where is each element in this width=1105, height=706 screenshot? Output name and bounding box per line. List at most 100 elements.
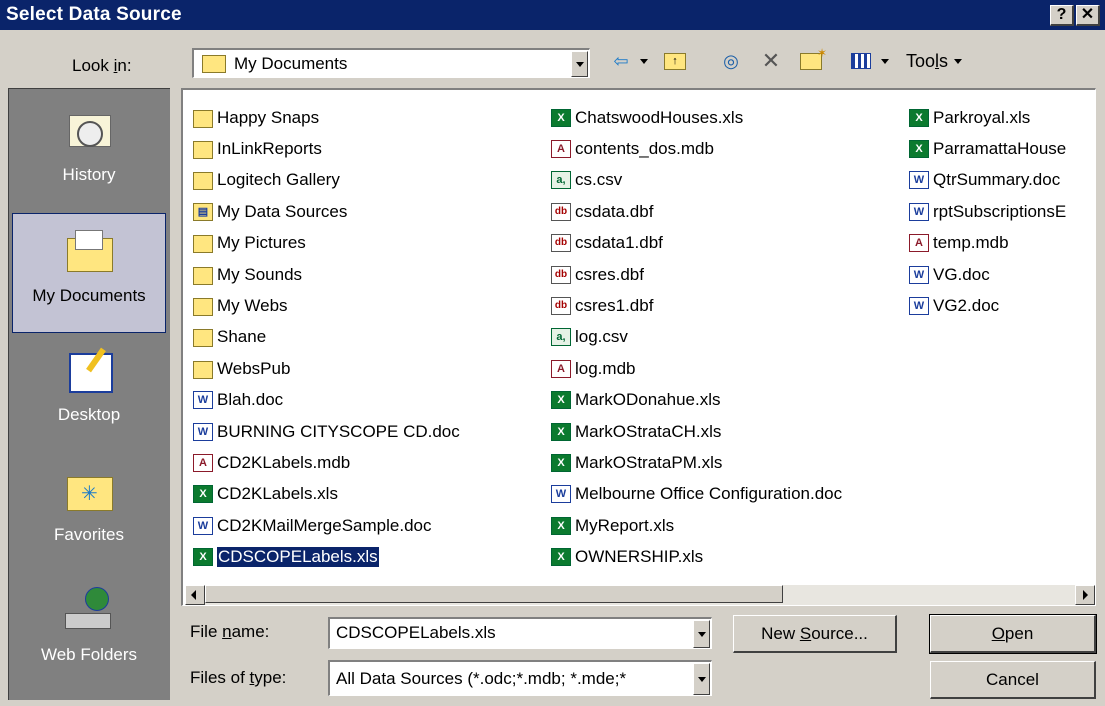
- place-desktop[interactable]: Desktop: [12, 333, 166, 453]
- file-name: VG.doc: [933, 264, 990, 284]
- scroll-thumb[interactable]: [205, 585, 783, 603]
- views-dropdown-icon[interactable]: [878, 48, 892, 74]
- file-item[interactable]: X ChatswoodHouses.xls: [551, 102, 842, 133]
- folder-item[interactable]: My Sounds: [193, 259, 460, 290]
- dialog-title: Select Data Source: [6, 4, 182, 25]
- file-name: csdata1.dbf: [575, 233, 663, 253]
- file-item[interactable]: X CDSCOPELabels.xls: [193, 541, 460, 572]
- folder-item[interactable]: InLinkReports: [193, 133, 460, 164]
- file-item[interactable]: a, log.csv: [551, 322, 842, 353]
- file-item[interactable]: X MarkOStrataPM.xls: [551, 447, 842, 478]
- file-item[interactable]: db csdata.dbf: [551, 196, 842, 227]
- file-item[interactable]: X ParramattaHouse: [909, 133, 1066, 164]
- file-name: QtrSummary.doc: [933, 170, 1061, 190]
- file-item[interactable]: Atemp.mdb: [909, 228, 1066, 259]
- place-history[interactable]: History: [12, 93, 166, 213]
- files-of-type-combo[interactable]: All Data Sources (*.odc;*.mdb; *.mde;*: [328, 660, 712, 696]
- look-in-label: Look in:: [72, 56, 132, 75]
- xls-file-icon: X: [909, 108, 929, 127]
- cancel-button[interactable]: Cancel: [930, 661, 1096, 699]
- file-name: InLinkReports: [217, 139, 322, 159]
- open-button[interactable]: Open: [929, 614, 1097, 654]
- file-item[interactable]: X CD2KLabels.xls: [193, 479, 460, 510]
- file-name: CD2KMailMergeSample.doc: [217, 515, 432, 535]
- file-item[interactable]: db csres1.dbf: [551, 290, 842, 321]
- folder-item[interactable]: My Pictures: [193, 228, 460, 259]
- folder-item[interactable]: Logitech Gallery: [193, 165, 460, 196]
- look-in-combo[interactable]: My Documents: [192, 48, 590, 78]
- file-item[interactable]: W VG2.doc: [909, 290, 1066, 321]
- file-item[interactable]: Acontents_dos.mdb: [551, 133, 842, 164]
- file-item[interactable]: Alog.mdb: [551, 353, 842, 384]
- place-web-folders[interactable]: Web Folders: [12, 573, 166, 693]
- folder-item[interactable]: Shane: [193, 322, 460, 353]
- favorites-icon: ✳: [65, 467, 113, 511]
- tools-dropdown-icon: [954, 58, 963, 64]
- folder-item[interactable]: WebsPub: [193, 353, 460, 384]
- xls-file-icon: X: [551, 422, 571, 441]
- file-item[interactable]: db csdata1.dbf: [551, 228, 842, 259]
- doc-file-icon: W: [193, 422, 213, 441]
- horizontal-scrollbar[interactable]: [185, 585, 1095, 605]
- scroll-right-button[interactable]: [1075, 585, 1095, 605]
- file-name: log.mdb: [575, 358, 636, 378]
- place-my-documents[interactable]: My Documents: [12, 213, 166, 333]
- place-label-my-documents: My Documents: [32, 286, 146, 305]
- file-item[interactable]: W BURNING CITYSCOPE CD.doc: [193, 416, 460, 447]
- folder-icon: [193, 172, 213, 191]
- file-item[interactable]: X MarkODonahue.xls: [551, 385, 842, 416]
- file-item[interactable]: W Melbourne Office Configuration.doc: [551, 479, 842, 510]
- help-button[interactable]: ?: [1050, 5, 1074, 26]
- my-documents-icon: [65, 228, 113, 272]
- file-item[interactable]: X Parkroyal.xls: [909, 102, 1066, 133]
- folder-icon: [193, 298, 213, 317]
- back-dropdown-icon[interactable]: [636, 48, 652, 74]
- file-item[interactable]: X OWNERSHIP.xls: [551, 541, 842, 572]
- file-item[interactable]: W Blah.doc: [193, 385, 460, 416]
- files-of-type-dropdown-button[interactable]: [693, 663, 710, 695]
- close-button[interactable]: ✕: [1076, 5, 1100, 26]
- delete-icon[interactable]: ✕: [756, 48, 786, 74]
- doc-file-icon: W: [551, 485, 571, 504]
- file-name: CDSCOPELabels.xls: [216, 546, 380, 569]
- place-favorites[interactable]: ✳ Favorites: [12, 453, 166, 573]
- folder-item[interactable]: My Webs: [193, 290, 460, 321]
- file-name: MyReport.xls: [575, 515, 675, 535]
- file-item[interactable]: A CD2KLabels.mdb: [193, 447, 460, 478]
- new-source-button[interactable]: New Source...: [733, 615, 897, 653]
- file-item[interactable]: db csres.dbf: [551, 259, 842, 290]
- files-of-type-value: All Data Sources (*.odc;*.mdb; *.mde;*: [336, 669, 627, 688]
- file-name-combo[interactable]: CDSCOPELabels.xls: [328, 617, 712, 649]
- file-name: OWNERSHIP.xls: [575, 547, 704, 567]
- file-name-dropdown-button[interactable]: [693, 620, 710, 648]
- file-item[interactable]: a, cs.csv: [551, 165, 842, 196]
- file-list[interactable]: Happy Snaps InLinkReports Logitech Gallery…: [181, 88, 1096, 606]
- file-name: cs.csv: [575, 170, 623, 190]
- look-in-dropdown-button[interactable]: [571, 51, 588, 77]
- xls-file-icon: X: [551, 548, 571, 567]
- new-folder-icon[interactable]: ✶: [796, 46, 827, 74]
- dbf-file-icon: db: [551, 265, 571, 284]
- file-item[interactable]: W QtrSummary.doc: [909, 165, 1066, 196]
- file-item[interactable]: WrptSubscriptionsE: [909, 196, 1066, 227]
- file-name-label: File name:: [190, 622, 270, 641]
- scroll-left-button[interactable]: [185, 585, 205, 605]
- folder-icon: [193, 109, 213, 128]
- place-label-web-folders: Web Folders: [40, 645, 138, 664]
- up-folder-icon[interactable]: ↑: [660, 48, 690, 74]
- file-item[interactable]: ▤ My Data Sources: [193, 196, 460, 227]
- doc-file-icon: W: [909, 265, 929, 284]
- file-name: csres.dbf: [575, 264, 644, 284]
- file-item[interactable]: W VG.doc: [909, 259, 1066, 290]
- back-arrow-icon[interactable]: ⇦: [606, 48, 636, 74]
- dbf-file-icon: db: [551, 202, 571, 221]
- tools-menu-button[interactable]: Tools: [906, 48, 986, 74]
- search-web-icon[interactable]: ◎: [716, 48, 746, 74]
- folder-item[interactable]: Happy Snaps: [193, 102, 460, 133]
- views-icon[interactable]: [846, 48, 876, 74]
- file-item[interactable]: X MarkOStrataCH.xls: [551, 416, 842, 447]
- file-item[interactable]: W CD2KMailMergeSample.doc: [193, 510, 460, 541]
- file-item[interactable]: X MyReport.xls: [551, 510, 842, 541]
- place-label-favorites: Favorites: [54, 525, 124, 544]
- file-name: Happy Snaps: [217, 107, 320, 127]
